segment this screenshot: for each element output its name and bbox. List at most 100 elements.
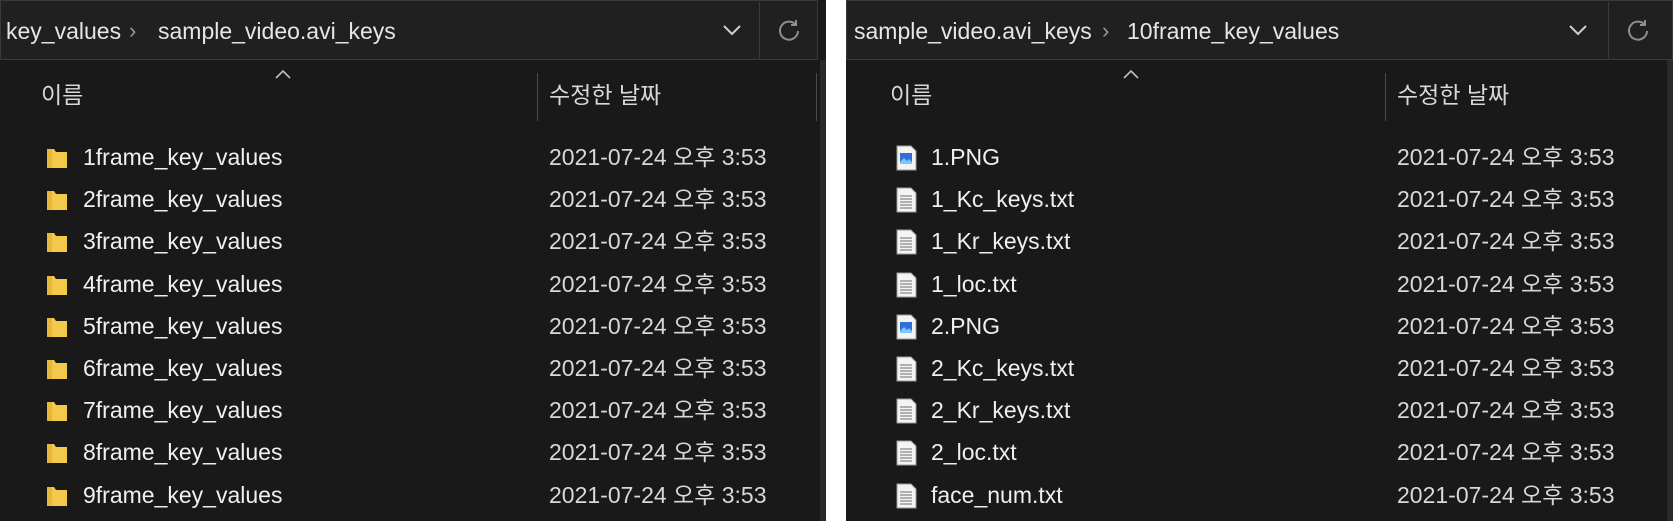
item-date: 2021-07-24 오후 3:53 [549, 312, 767, 339]
text-file-icon [896, 483, 917, 508]
image-file-icon [896, 145, 917, 171]
folder-icon [47, 486, 67, 506]
column-header-modified[interactable]: 수정한 날짜 [1397, 60, 1509, 130]
item-name: 6frame_key_values [83, 354, 283, 381]
breadcrumb-item-key-values[interactable]: key_values [6, 1, 121, 61]
item-name: face_num.txt [931, 481, 1063, 508]
column-header-row: 이름 수정한 날짜 [846, 60, 1673, 130]
list-item[interactable]: 4frame_key_values 2021-07-24 오후 3:53 [0, 263, 826, 305]
item-name: 9frame_key_values [83, 481, 283, 508]
folder-icon [47, 359, 67, 379]
text-file-icon [896, 356, 917, 382]
text-file-icon [896, 187, 917, 213]
list-item[interactable]: 1.PNG 2021-07-24 오후 3:53 [846, 136, 1673, 178]
item-name: 3frame_key_values [83, 228, 283, 255]
refresh-button[interactable] [759, 2, 817, 59]
list-item[interactable]: 8frame_key_values 2021-07-24 오후 3:53 [0, 431, 826, 473]
folder-icon [47, 191, 67, 211]
column-header-name[interactable]: 이름 [41, 60, 83, 130]
column-header-modified[interactable]: 수정한 날짜 [549, 60, 661, 130]
list-item[interactable]: 1frame_key_values 2021-07-24 오후 3:53 [0, 136, 826, 178]
column-header-row: 이름 수정한 날짜 [0, 60, 826, 130]
item-name: 2_Kr_keys.txt [931, 397, 1071, 424]
item-date: 2021-07-24 오후 3:53 [1397, 397, 1615, 424]
item-name: 1_Kr_keys.txt [931, 228, 1071, 255]
item-date: 2021-07-24 오후 3:53 [549, 186, 767, 213]
item-date: 2021-07-24 오후 3:53 [549, 354, 767, 381]
breadcrumb-item-sample-video[interactable]: sample_video.avi_keys [854, 1, 1092, 61]
list-item[interactable]: 2frame_key_values 2021-07-24 오후 3:53 [0, 178, 826, 220]
refresh-button[interactable] [1608, 2, 1666, 59]
item-date: 2021-07-24 오후 3:53 [549, 144, 767, 170]
item-date: 2021-07-24 오후 3:53 [1397, 144, 1615, 170]
item-name: 1_loc.txt [931, 270, 1017, 297]
text-file-icon [896, 398, 917, 424]
item-name: 7frame_key_values [83, 397, 283, 424]
text-file-icon [896, 229, 917, 255]
list-item[interactable]: 6frame_key_values 2021-07-24 오후 3:53 [0, 347, 826, 389]
left-explorer-window: key_values › sample_video.avi_keys 이름 수정… [0, 0, 826, 521]
address-bar[interactable]: key_values › sample_video.avi_keys [0, 0, 818, 60]
list-item[interactable]: 1_Kc_keys.txt 2021-07-24 오후 3:53 [846, 178, 1673, 220]
address-bar[interactable]: sample_video.avi_keys › 10frame_key_valu… [846, 0, 1673, 60]
item-date: 2021-07-24 오후 3:53 [549, 228, 767, 255]
column-divider[interactable] [1385, 73, 1386, 121]
text-file-icon [896, 272, 917, 298]
refresh-icon [1628, 20, 1648, 41]
item-date: 2021-07-24 오후 3:53 [1397, 186, 1615, 213]
list-item[interactable]: 5frame_key_values 2021-07-24 오후 3:53 [0, 305, 826, 347]
folder-icon [47, 233, 67, 253]
sort-ascending-icon [1123, 69, 1139, 79]
item-name: 8frame_key_values [83, 439, 283, 466]
list-item[interactable]: 2.PNG 2021-07-24 오후 3:53 [846, 305, 1673, 347]
scrollbar-track[interactable] [820, 60, 826, 521]
item-name: 2frame_key_values [83, 186, 283, 213]
chevron-down-icon[interactable] [1563, 15, 1593, 45]
list-item[interactable]: 1_loc.txt 2021-07-24 오후 3:53 [846, 263, 1673, 305]
list-item[interactable]: 9frame_key_values 2021-07-24 오후 3:53 [0, 474, 826, 516]
item-date: 2021-07-24 오후 3:53 [549, 439, 767, 466]
item-name: 2.PNG [931, 312, 1001, 339]
folder-icon [47, 149, 67, 168]
folder-icon [47, 317, 67, 337]
breadcrumb-item-current-folder[interactable]: sample_video.avi_keys [158, 1, 396, 61]
scrollbar-track[interactable] [1667, 60, 1673, 521]
item-date: 2021-07-24 오후 3:53 [1397, 228, 1615, 255]
list-item[interactable]: 2_Kr_keys.txt 2021-07-24 오후 3:53 [846, 389, 1673, 431]
column-divider[interactable] [537, 73, 538, 121]
right-explorer-window: sample_video.avi_keys › 10frame_key_valu… [846, 0, 1673, 521]
item-name: 1.PNG [931, 144, 1001, 170]
item-date: 2021-07-24 오후 3:53 [1397, 439, 1615, 466]
breadcrumb-item-current-folder[interactable]: 10frame_key_values [1127, 1, 1339, 61]
list-item[interactable]: 1_Kr_keys.txt 2021-07-24 오후 3:53 [846, 220, 1673, 262]
file-list: 1.PNG 2021-07-24 오후 3:53 1_Kc_keys.txt 2… [846, 136, 1673, 516]
column-divider[interactable] [816, 73, 817, 121]
list-item[interactable]: 2_Kc_keys.txt 2021-07-24 오후 3:53 [846, 347, 1673, 389]
item-date: 2021-07-24 오후 3:53 [549, 481, 767, 508]
item-date: 2021-07-24 오후 3:53 [549, 397, 767, 424]
breadcrumb-separator-chevron-icon[interactable]: › [1102, 1, 1109, 61]
folder-icon [47, 402, 67, 422]
item-date: 2021-07-24 오후 3:53 [1397, 481, 1615, 508]
item-date: 2021-07-24 오후 3:53 [1397, 354, 1615, 381]
list-item[interactable]: 3frame_key_values 2021-07-24 오후 3:53 [0, 220, 826, 262]
image-file-icon [896, 314, 917, 340]
sort-ascending-icon [275, 69, 291, 79]
item-date: 2021-07-24 오후 3:53 [1397, 270, 1615, 297]
list-item[interactable]: 7frame_key_values 2021-07-24 오후 3:53 [0, 389, 826, 431]
list-item[interactable]: face_num.txt 2021-07-24 오후 3:53 [846, 474, 1673, 516]
folder-icon [47, 444, 67, 464]
chevron-down-icon[interactable] [717, 15, 747, 45]
column-header-name[interactable]: 이름 [890, 60, 932, 130]
refresh-icon [779, 20, 799, 41]
text-file-icon [896, 440, 917, 466]
list-item[interactable]: 2_loc.txt 2021-07-24 오후 3:53 [846, 431, 1673, 473]
breadcrumb-separator-chevron-icon[interactable]: › [129, 1, 136, 61]
item-name: 2_Kc_keys.txt [931, 354, 1075, 381]
item-date: 2021-07-24 오후 3:53 [1397, 312, 1615, 339]
item-name: 4frame_key_values [83, 270, 283, 297]
item-date: 2021-07-24 오후 3:53 [549, 270, 767, 297]
item-name: 1frame_key_values [83, 144, 283, 170]
item-name: 5frame_key_values [83, 312, 283, 339]
file-list: 1frame_key_values 2021-07-24 오후 3:53 2fr… [0, 136, 826, 516]
